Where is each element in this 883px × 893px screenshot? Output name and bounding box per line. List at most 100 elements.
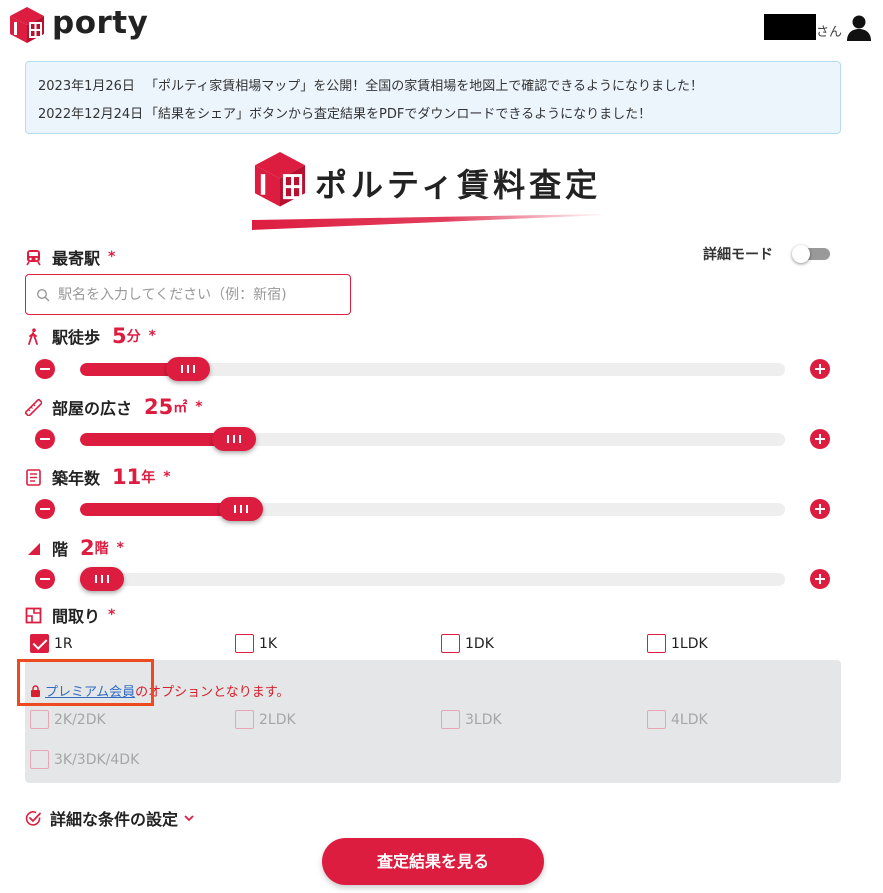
notice-date: 2023年1月26日 — [38, 79, 135, 94]
layout-label: 間取り * — [25, 603, 115, 627]
age-unit: 年 — [141, 470, 156, 486]
checkbox-icon[interactable] — [235, 634, 254, 653]
layout-option-label: 4LDK — [671, 711, 708, 728]
station-search-input[interactable] — [58, 283, 346, 307]
slider-fill — [80, 503, 241, 516]
advanced-settings-label: 詳細な条件の設定 — [50, 810, 179, 829]
age-value: 11 — [112, 465, 142, 489]
layout-option-2k-2dk: 2K/2DK — [30, 710, 106, 729]
layout-option-label: 2K/2DK — [54, 711, 106, 728]
checkbox-icon[interactable] — [647, 634, 666, 653]
slider-track[interactable] — [80, 503, 785, 516]
age-label-text: 築年数 — [52, 469, 101, 488]
checkbox-icon — [441, 710, 460, 729]
walk-label: 駅徒歩 5分 * — [25, 324, 156, 348]
layout-option-1ldk[interactable]: 1LDK — [647, 634, 708, 653]
checkbox-icon — [30, 750, 49, 769]
layout-option-1dk[interactable]: 1DK — [441, 634, 494, 653]
user-suffix: さん — [816, 25, 843, 40]
layout-option-label: 1R — [54, 635, 73, 652]
walk-label-text: 駅徒歩 — [52, 328, 101, 347]
floor-label-text: 階 — [52, 540, 69, 559]
train-icon — [26, 249, 41, 265]
notice-item[interactable]: 2023年1月26日 「ポルティ家賃相場マップ」を公開！全国の家賃相場を地図上で確… — [38, 75, 703, 94]
brand-header: ポルティ賃料査定 — [250, 148, 610, 232]
layout-option-3ldk: 3LDK — [441, 710, 502, 729]
notice-box: 2023年1月26日 「ポルティ家賃相場マップ」を公開！全国の家賃相場を地図上で確… — [25, 61, 841, 134]
minus-icon[interactable] — [35, 499, 55, 519]
checkbox-icon — [235, 710, 254, 729]
area-label-text: 部屋の広さ — [52, 399, 133, 418]
checkbox-icon[interactable] — [441, 634, 460, 653]
notice-item[interactable]: 2022年12月24日 「結果をシェア」ボタンから査定結果をPDFでダウンロードで… — [38, 103, 651, 122]
header: porty さん — [0, 0, 883, 55]
area-slider[interactable] — [34, 426, 834, 452]
layout-option-label: 1DK — [465, 635, 494, 652]
slider-handle[interactable] — [80, 567, 124, 591]
user-icon[interactable] — [846, 14, 872, 42]
age-label: 築年数 11 年 * — [25, 465, 171, 489]
required-mark: * — [108, 607, 116, 623]
layout-option-3k-3dk-4dk: 3K/3DK/4DK — [30, 750, 139, 769]
age-slider[interactable] — [34, 496, 834, 522]
required-mark: * — [108, 249, 116, 265]
plus-icon[interactable] — [810, 429, 830, 449]
walk-slider[interactable] — [34, 356, 834, 382]
floor-label: 階 2階 * — [25, 536, 124, 560]
checkbox-icon — [30, 710, 49, 729]
premium-note-text: のオプションとなります。 — [135, 685, 290, 700]
minus-icon[interactable] — [35, 569, 55, 589]
floor-slider[interactable] — [34, 566, 834, 592]
advanced-settings-toggle[interactable]: 詳細な条件の設定 — [25, 806, 194, 830]
required-mark: * — [116, 540, 124, 556]
slider-handle[interactable] — [218, 497, 263, 521]
layout-option-4ldk: 4LDK — [647, 710, 708, 729]
plus-icon[interactable] — [810, 569, 830, 589]
detail-mode-toggle[interactable] — [792, 245, 830, 263]
page-title: ポルティ賃料査定 — [315, 166, 602, 204]
plus-icon[interactable] — [810, 359, 830, 379]
required-mark: * — [163, 469, 171, 485]
search-icon — [36, 288, 50, 302]
notice-date: 2022年12月24日 — [38, 107, 144, 122]
porty-logo-icon — [254, 152, 306, 207]
layout-option-label: 2LDK — [259, 711, 296, 728]
layout-option-1r[interactable]: 1R — [30, 634, 73, 653]
minus-icon[interactable] — [35, 429, 55, 449]
area-value: 25 — [144, 395, 174, 419]
slider-handle[interactable] — [165, 357, 210, 381]
document-icon — [26, 468, 41, 486]
view-results-button[interactable]: 査定結果を見る — [322, 838, 544, 885]
user-name-redacted — [764, 14, 816, 40]
layout-option-label: 1K — [259, 635, 278, 652]
layout-label-text: 間取り — [52, 607, 101, 626]
layout-option-label: 3LDK — [465, 711, 502, 728]
walk-unit: 分 — [126, 329, 141, 345]
area-unit: ㎡ — [173, 400, 188, 416]
layout-option-label: 3K/3DK/4DK — [54, 751, 140, 768]
required-mark: * — [148, 328, 156, 344]
slider-track[interactable] — [80, 433, 785, 446]
porty-logo-icon[interactable] — [8, 6, 46, 44]
checkbox-icon[interactable] — [30, 634, 49, 653]
floor-unit: 階 — [94, 541, 109, 557]
layout-option-1k[interactable]: 1K — [235, 634, 277, 653]
minus-icon[interactable] — [35, 359, 55, 379]
title-underline — [252, 214, 607, 230]
station-label: 最寄駅 * — [25, 245, 115, 269]
plus-icon[interactable] — [810, 499, 830, 519]
layout-option-2ldk: 2LDK — [235, 710, 296, 729]
walking-icon — [28, 327, 38, 345]
required-mark: * — [195, 399, 203, 415]
chevron-down-icon — [184, 815, 194, 822]
notice-text: 「結果をシェア」ボタンから査定結果をPDFでダウンロードできるようになりました！ — [145, 107, 652, 122]
notice-text: 「ポルティ家賃相場マップ」を公開！全国の家賃相場を地図上で確認できるようになりま… — [145, 79, 703, 94]
slider-track[interactable] — [80, 573, 785, 586]
station-search[interactable] — [25, 274, 351, 315]
slider-handle[interactable] — [212, 427, 257, 451]
floorplan-icon — [25, 607, 42, 623]
area-label: 部屋の広さ 25 ㎡ * — [25, 395, 203, 419]
stairs-icon — [28, 542, 40, 555]
logo-text[interactable]: porty — [52, 5, 148, 41]
highlight-annotation — [17, 659, 154, 706]
